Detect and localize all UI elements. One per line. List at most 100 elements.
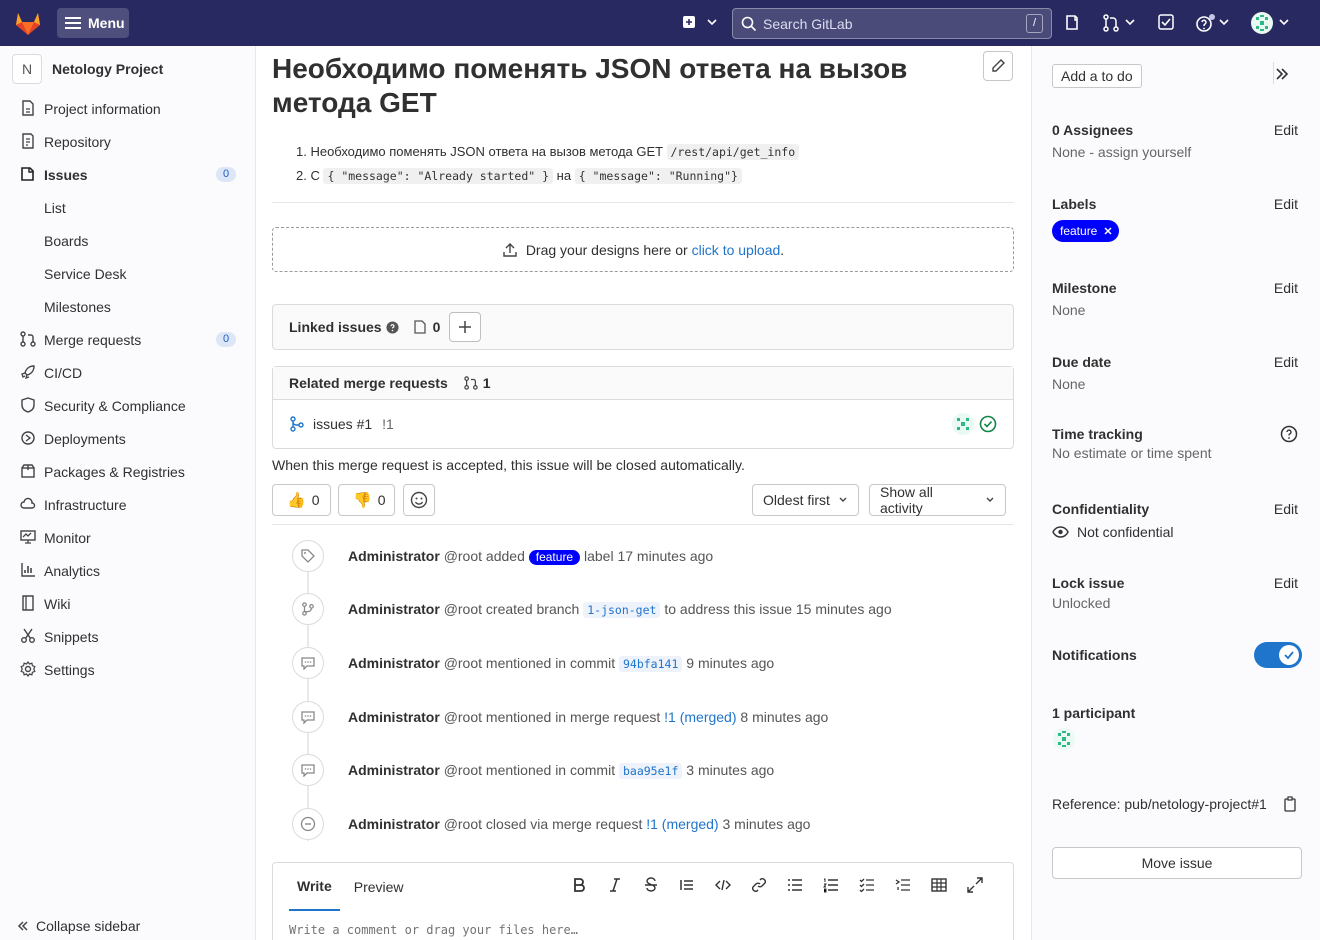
sidebar-item-milestones[interactable]: Milestones — [0, 290, 256, 323]
sidebar-item-packages[interactable]: Packages & Registries — [0, 455, 256, 488]
time-tracking-help-icon[interactable] — [1280, 425, 1298, 443]
strikethrough-icon[interactable] — [633, 877, 669, 893]
code-icon[interactable] — [705, 877, 741, 893]
author-name[interactable]: Administrator — [348, 601, 440, 617]
tab-preview[interactable]: Preview — [354, 863, 412, 911]
sidebar-item-list[interactable]: List — [0, 191, 256, 224]
sidebar-item-project-information[interactable]: Project information — [0, 92, 256, 125]
edit-lock-link[interactable]: Edit — [1274, 575, 1298, 591]
sidebar-item-deployments[interactable]: Deployments — [0, 422, 256, 455]
quote-icon[interactable] — [669, 877, 705, 893]
author-name[interactable]: Administrator — [348, 548, 440, 564]
pipeline-success-icon[interactable] — [979, 415, 997, 433]
task-list-icon[interactable] — [849, 877, 885, 893]
related-mr-row[interactable]: issues #1 !1 — [273, 400, 1013, 448]
remove-label-icon[interactable] — [1103, 226, 1113, 236]
edit-due-date-link[interactable]: Edit — [1274, 354, 1298, 370]
merge-request-link[interactable]: !1 (merged) — [664, 709, 736, 725]
edit-assignees-link[interactable]: Edit — [1274, 122, 1298, 138]
edit-title-button[interactable] — [983, 51, 1013, 81]
branch-name[interactable]: 1-json-get — [583, 602, 661, 618]
chart-icon — [20, 562, 36, 578]
help-circle-icon[interactable] — [386, 320, 399, 334]
help-icon[interactable] — [1195, 14, 1231, 32]
mr-author-avatar[interactable] — [951, 412, 975, 436]
participant-avatar[interactable] — [1052, 727, 1302, 751]
feature-label-pill[interactable]: feature — [1052, 220, 1120, 242]
merge-requests-count-badge: 0 — [216, 332, 236, 347]
add-linked-issue-button[interactable] — [449, 312, 481, 342]
sidebar-item-infrastructure[interactable]: Infrastructure — [0, 488, 256, 521]
new-item-dropdown[interactable] — [682, 14, 718, 32]
merge-request-link[interactable]: !1 (merged) — [646, 816, 718, 832]
timeline-item: Administrator @root added feature label … — [292, 540, 1012, 572]
thumbs-up-button[interactable]: 👍 0 — [272, 484, 331, 516]
feature-label-pill[interactable]: feature — [528, 549, 581, 565]
sidebar-item-settings[interactable]: Settings — [0, 653, 256, 686]
issues-nav-icon[interactable] — [1064, 14, 1080, 32]
collapse-right-sidebar-icon[interactable] — [1274, 66, 1290, 82]
sidebar-item-snippets[interactable]: Snippets — [0, 620, 256, 653]
upload-link[interactable]: click to upload — [692, 242, 781, 258]
comment-icon — [292, 701, 324, 733]
bold-icon[interactable] — [561, 877, 597, 893]
sidebar-item-label: Deployments — [44, 430, 126, 447]
comment-textarea[interactable]: Write a comment or drag your files here… — [289, 923, 578, 937]
author-name[interactable]: Administrator — [348, 709, 440, 725]
sidebar-item-repository[interactable]: Repository — [0, 125, 256, 158]
numbered-list-icon[interactable] — [813, 877, 849, 893]
tab-write[interactable]: Write — [289, 863, 340, 911]
sidebar-item-issues[interactable]: Issues 0 — [0, 158, 256, 191]
author-name[interactable]: Administrator — [348, 762, 440, 778]
time-tracking-value: No estimate or time spent — [1052, 445, 1212, 461]
todos-nav-icon[interactable] — [1158, 14, 1174, 30]
commit-sha[interactable]: 94bfa141 — [618, 656, 683, 672]
author-name[interactable]: Administrator — [348, 816, 440, 832]
table-icon[interactable] — [921, 877, 957, 893]
sidebar-item-security[interactable]: Security & Compliance — [0, 389, 256, 422]
move-issue-button[interactable]: Move issue — [1052, 847, 1302, 879]
link-icon[interactable] — [741, 877, 777, 893]
edit-milestone-link[interactable]: Edit — [1274, 280, 1298, 296]
bullet-list-icon[interactable] — [777, 877, 813, 893]
italic-icon[interactable] — [597, 877, 633, 893]
sidebar-item-analytics[interactable]: Analytics — [0, 554, 256, 587]
edit-confidentiality-link[interactable]: Edit — [1274, 501, 1298, 517]
user-avatar[interactable] — [1250, 11, 1294, 35]
edit-labels-link[interactable]: Edit — [1274, 196, 1298, 212]
sidebar-item-label: Infrastructure — [44, 496, 127, 513]
thumbs-down-button[interactable]: 👎 0 — [338, 484, 395, 516]
add-reaction-button[interactable] — [403, 484, 435, 516]
merge-requests-nav-icon[interactable] — [1102, 14, 1136, 32]
design-dropzone[interactable]: Drag your designs here or click to uploa… — [272, 227, 1014, 272]
divider — [272, 524, 1014, 525]
mr-name[interactable]: issues #1 — [313, 416, 372, 432]
labels-title: Labels — [1052, 196, 1097, 212]
notifications-toggle[interactable] — [1254, 642, 1302, 668]
menu-button[interactable]: Menu — [57, 8, 129, 38]
search-input[interactable]: Search GitLab / — [732, 8, 1052, 39]
sidebar-item-service-desk[interactable]: Service Desk — [0, 257, 256, 290]
sort-order-dropdown[interactable]: Oldest first — [752, 484, 859, 516]
sidebar-item-monitor[interactable]: Monitor — [0, 521, 256, 554]
sidebar-item-boards[interactable]: Boards — [0, 224, 256, 257]
event-text: mentioned in commit — [485, 762, 616, 778]
sidebar-item-wiki[interactable]: Wiki — [0, 587, 256, 620]
collapse-sidebar-button[interactable]: Collapse sidebar — [16, 918, 140, 934]
sidebar-item-merge-requests[interactable]: Merge requests 0 — [0, 323, 256, 356]
fullscreen-icon[interactable] — [957, 877, 993, 893]
issues-icon — [20, 166, 36, 182]
assignees-value[interactable]: None - assign yourself — [1052, 144, 1302, 160]
copy-reference-icon[interactable] — [1282, 796, 1298, 812]
project-header[interactable]: N Netology Project — [12, 54, 163, 84]
comment-icon — [292, 647, 324, 679]
sidebar-item-ci-cd[interactable]: CI/CD — [0, 356, 256, 389]
project-avatar: N — [12, 54, 42, 84]
activity-filter-dropdown[interactable]: Show all activity — [869, 484, 1006, 516]
collapsible-icon[interactable] — [885, 877, 921, 893]
gitlab-logo-icon[interactable] — [14, 10, 42, 36]
author-name[interactable]: Administrator — [348, 655, 440, 671]
commit-sha[interactable]: baa95e1f — [618, 763, 683, 779]
left-sidebar: N Netology Project Project information R… — [0, 46, 256, 940]
add-todo-button[interactable]: Add a to do — [1052, 64, 1142, 88]
